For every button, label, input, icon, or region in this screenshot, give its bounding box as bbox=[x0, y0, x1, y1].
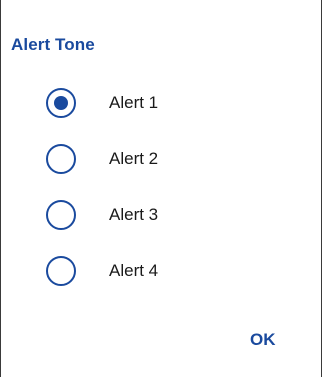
radio-button-icon[interactable] bbox=[46, 144, 76, 174]
option-label: Alert 1 bbox=[109, 93, 159, 112]
radio-button-icon[interactable] bbox=[46, 88, 76, 118]
option-alert-1[interactable]: Alert 1 bbox=[46, 85, 158, 121]
option-label: Alert 2 bbox=[109, 149, 159, 168]
dialog-title: Alert Tone bbox=[11, 35, 95, 54]
radio-button-icon[interactable] bbox=[46, 256, 76, 286]
radio-button-icon[interactable] bbox=[46, 200, 76, 230]
option-label: Alert 4 bbox=[109, 261, 159, 280]
radio-selected-dot-icon bbox=[54, 96, 68, 110]
option-alert-4[interactable]: Alert 4 bbox=[46, 253, 158, 289]
alert-tone-dialog: Alert Tone Alert 1 Alert 2 Alert 3 Alert… bbox=[0, 0, 322, 377]
option-alert-3[interactable]: Alert 3 bbox=[46, 197, 158, 233]
option-alert-2[interactable]: Alert 2 bbox=[46, 141, 158, 177]
option-label: Alert 3 bbox=[109, 205, 159, 224]
ok-button[interactable]: OK bbox=[246, 328, 280, 352]
